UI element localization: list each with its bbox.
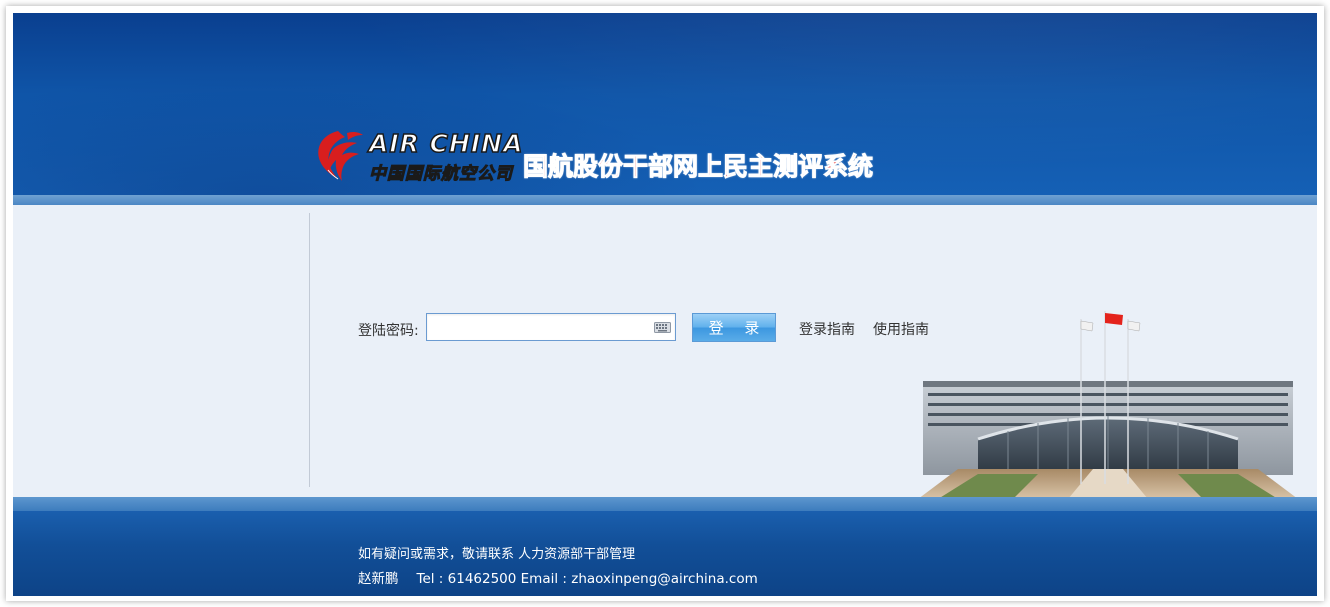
- contact-details: Tel : 61462500 Email : zhaoxinpeng@airch…: [416, 571, 758, 587]
- contact-info: 赵新鹏 Tel : 61462500 Email : zhaoxinpeng@ai…: [358, 567, 758, 587]
- footer-stripe: [13, 497, 1317, 511]
- password-input[interactable]: [429, 316, 653, 340]
- page-content: AIR CHINA 中国国际航空公司 国航股份干部网上民主测评系统 登陆密码:: [13, 13, 1317, 596]
- brand-name-en: AIR CHINA: [368, 128, 524, 159]
- header-banner: AIR CHINA 中国国际航空公司 国航股份干部网上民主测评系统: [13, 13, 1317, 195]
- login-button[interactable]: 登 录: [692, 313, 776, 342]
- keyboard-icon[interactable]: [654, 322, 671, 333]
- password-label: 登陆密码:: [358, 323, 419, 339]
- brand-name-cn: 中国国际航空公司: [369, 164, 513, 185]
- login-guide-link[interactable]: 登录指南: [799, 319, 855, 339]
- login-panel: 登陆密码: 登 录 登录指南 使用指南: [13, 205, 1317, 499]
- headquarters-building-image: [918, 311, 1298, 499]
- vertical-divider: [309, 213, 310, 487]
- footer: 如有疑问或需求，敬请联系 人力资源部干部管理 赵新鹏 Tel : 61462500…: [13, 511, 1317, 596]
- header-stripe: [13, 195, 1317, 205]
- contact-note: 如有疑问或需求，敬请联系 人力资源部干部管理: [358, 547, 636, 562]
- system-title: 国航股份干部网上民主测评系统: [522, 152, 874, 182]
- phoenix-logo-icon: [318, 131, 363, 181]
- password-field[interactable]: [426, 313, 676, 341]
- page-frame: AIR CHINA 中国国际航空公司 国航股份干部网上民主测评系统 登陆密码:: [6, 6, 1324, 601]
- contact-name: 赵新鹏: [358, 571, 399, 587]
